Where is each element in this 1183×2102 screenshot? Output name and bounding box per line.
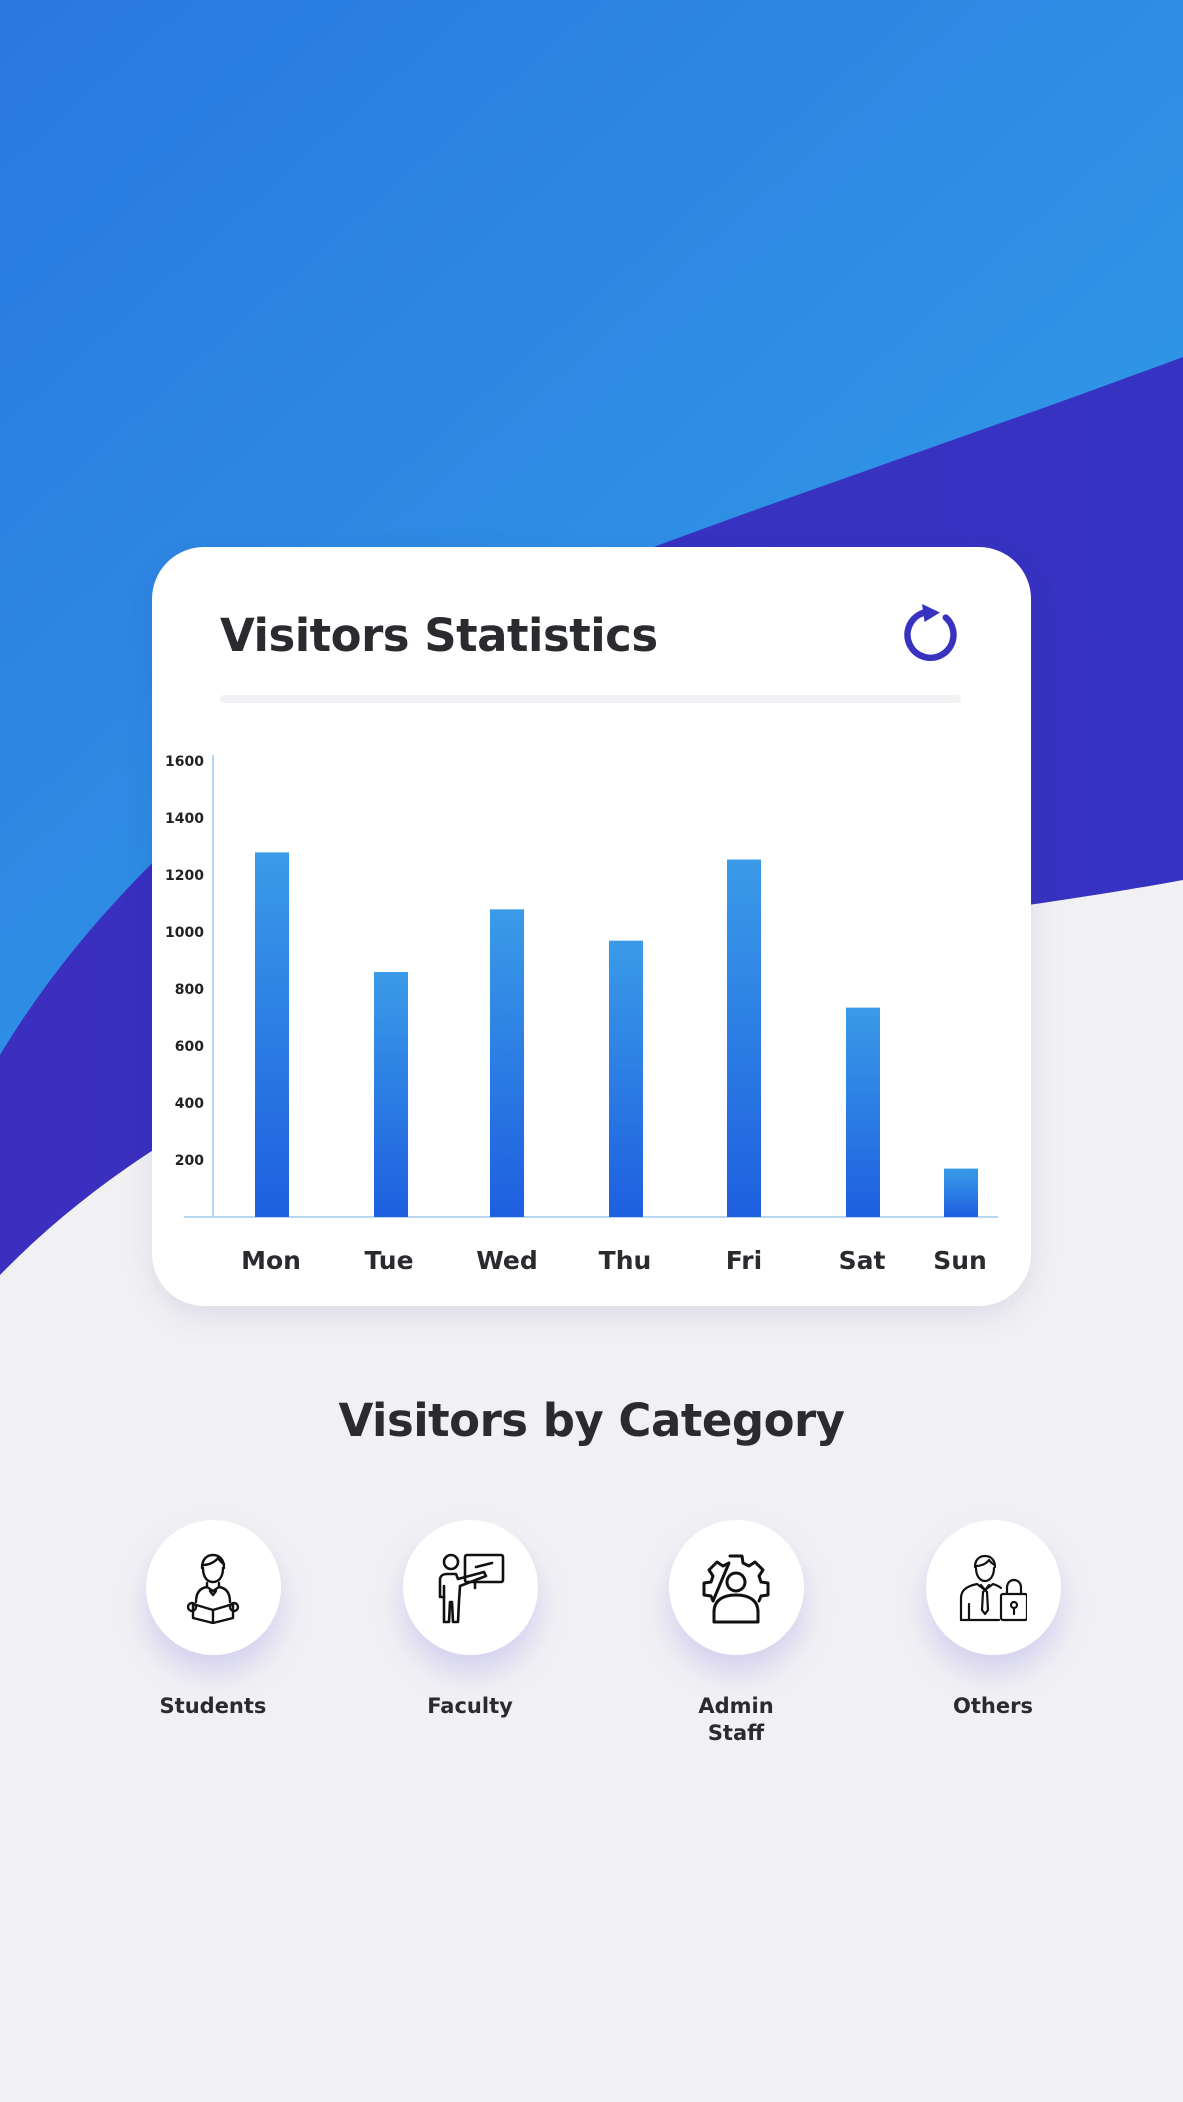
category-students[interactable]: Students bbox=[113, 1520, 313, 1720]
gear-user-icon bbox=[702, 1554, 770, 1623]
student-reading-icon bbox=[186, 1553, 240, 1624]
bar-sat bbox=[846, 1007, 880, 1217]
category-icon-circle bbox=[668, 1520, 804, 1655]
category-icon-circle bbox=[925, 1520, 1061, 1655]
x-tick-label: Tue bbox=[364, 1246, 413, 1275]
y-tick-label: 600 bbox=[175, 1039, 204, 1055]
person-lock-icon bbox=[959, 1554, 1027, 1621]
category-label: Others bbox=[953, 1694, 1033, 1718]
category-label: Students bbox=[159, 1694, 267, 1718]
y-tick-label: 1400 bbox=[165, 811, 204, 827]
category-admin-staff[interactable]: Admin Staff bbox=[636, 1520, 836, 1747]
y-tick-label: 1600 bbox=[165, 754, 204, 770]
y-tick-label: 200 bbox=[175, 1153, 204, 1169]
x-tick-label: Wed bbox=[476, 1246, 538, 1275]
y-tick-label: 400 bbox=[175, 1096, 204, 1112]
visitors-bar-chart: 200 400 600 800 1000 1200 1400 1600 Mon Tue Wed Th… bbox=[165, 754, 998, 1275]
bar-thu bbox=[609, 940, 643, 1217]
category-icon-circle bbox=[402, 1520, 538, 1655]
category-label: Admin Staff bbox=[698, 1694, 774, 1745]
x-tick-label: Sun bbox=[933, 1246, 987, 1275]
y-tick-label: 1000 bbox=[165, 925, 204, 941]
category-icon-circle bbox=[145, 1520, 281, 1655]
category-faculty[interactable]: Faculty bbox=[370, 1520, 570, 1720]
teacher-board-icon bbox=[438, 1553, 505, 1623]
x-tick-label: Sat bbox=[839, 1246, 886, 1275]
y-tick-label: 800 bbox=[175, 982, 204, 998]
category-others[interactable]: Others bbox=[893, 1520, 1093, 1720]
bar-wed bbox=[490, 909, 524, 1217]
bar-sun bbox=[944, 1168, 978, 1217]
category-label: Faculty bbox=[427, 1694, 513, 1718]
bar-tue bbox=[374, 972, 408, 1217]
visitors-statistics-card: Visitors Statistics 200 400 600 800 1000 1200… bbox=[152, 547, 1031, 1306]
bar-fri bbox=[727, 859, 761, 1217]
x-tick-label: Fri bbox=[726, 1246, 762, 1275]
bar-mon bbox=[255, 852, 289, 1217]
y-tick-label: 1200 bbox=[165, 868, 204, 884]
x-tick-label: Thu bbox=[599, 1246, 652, 1275]
section-title: Visitors by Category bbox=[338, 1394, 845, 1447]
x-tick-label: Mon bbox=[241, 1246, 301, 1275]
